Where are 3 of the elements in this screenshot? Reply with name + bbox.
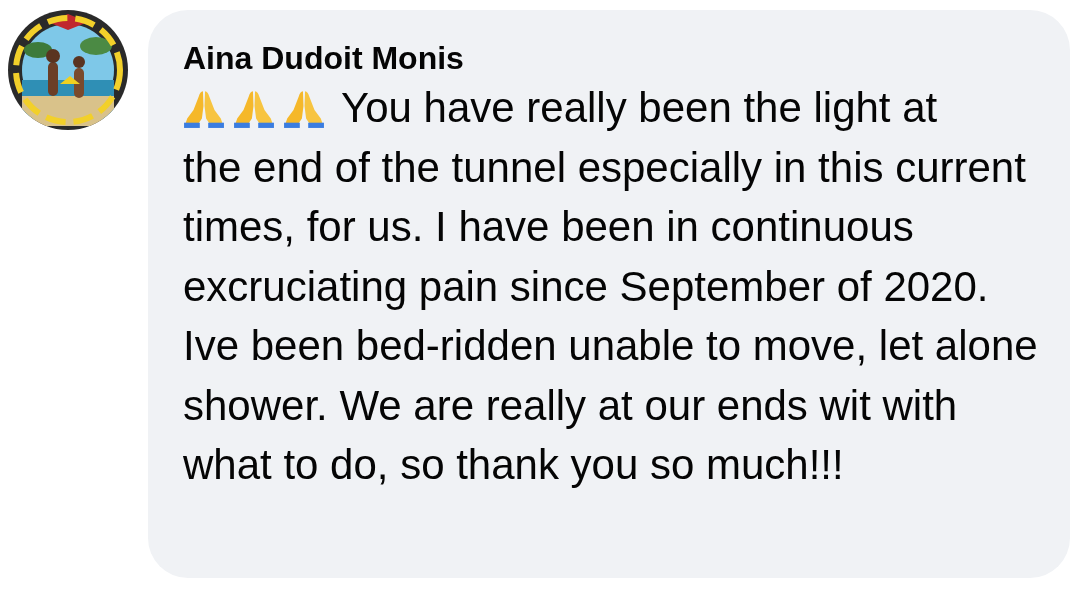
author-name[interactable]: Aina Dudoit Monis xyxy=(183,38,464,78)
comment-text: You have really been the light at xyxy=(341,83,938,133)
comment-text: the end of the tunnel especially in this current times, for us. I have been in continuous excruciating pain since September of 2020. Ive been bed-ridden unable to move, let alone shower. We are really at our ends wit with what to do, so thank you so much!!! xyxy=(183,142,1039,490)
